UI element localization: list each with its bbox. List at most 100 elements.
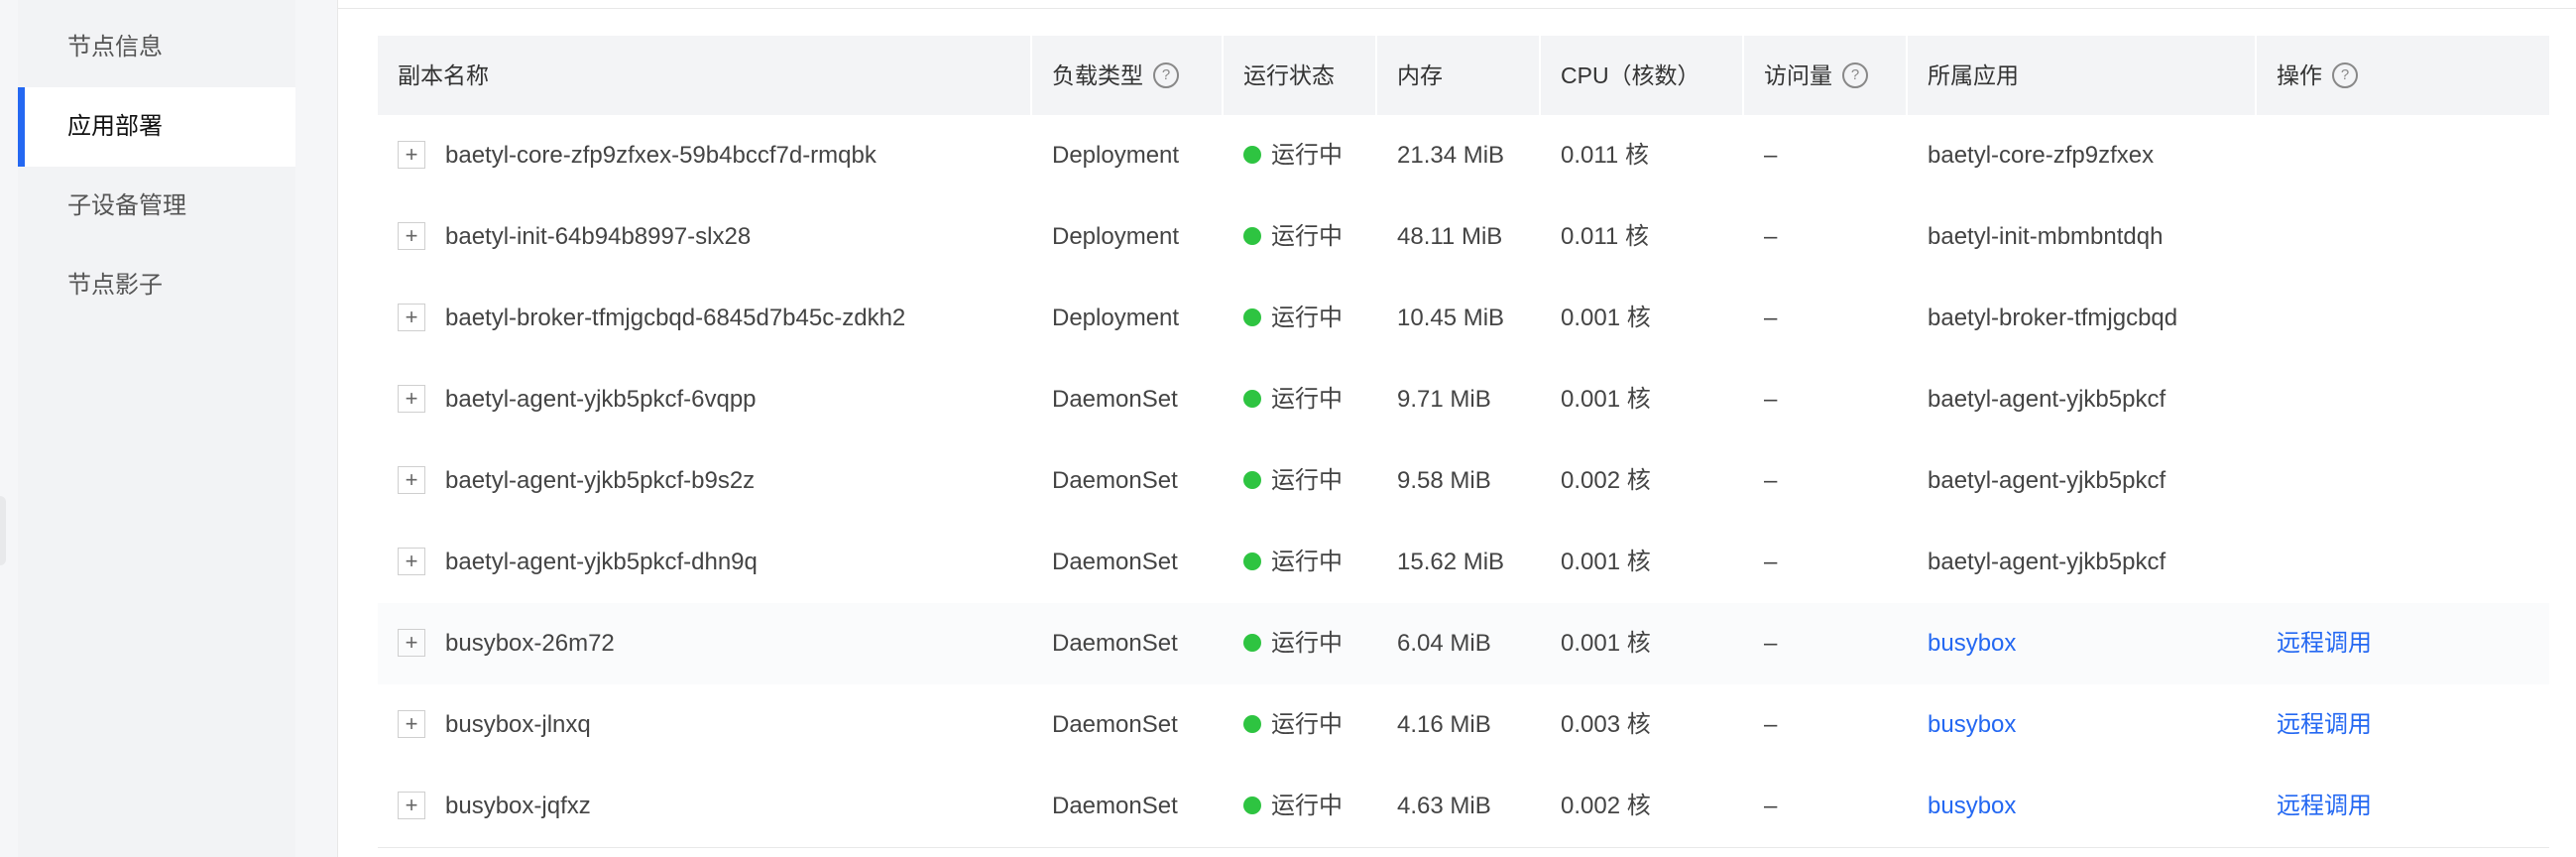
table-row[interactable]: + busybox-jqfxz DaemonSet 运行中 4.63 MiB 0.… bbox=[378, 766, 2549, 848]
replica-name: busybox-jqfxz bbox=[445, 793, 591, 819]
status-dot-icon bbox=[1243, 470, 1261, 489]
status-dot-icon bbox=[1243, 551, 1261, 570]
app-link[interactable]: busybox bbox=[1928, 793, 2016, 819]
table-row[interactable]: + baetyl-init-64b94b8997-slx28 Deployment… bbox=[378, 196, 2549, 279]
column-header-status: 运行状态 bbox=[1224, 36, 1377, 115]
sidebar-item-node-info[interactable]: 节点信息 bbox=[18, 8, 295, 87]
help-icon[interactable]: ? bbox=[2332, 61, 2358, 88]
column-header-cpu: CPU（核数） bbox=[1541, 36, 1744, 115]
cell-workload: Deployment bbox=[1052, 142, 1180, 169]
cell-app: baetyl-init-mbmbntdqh bbox=[1928, 223, 2164, 250]
cell-status: 运行中 bbox=[1224, 766, 1343, 847]
cell-workload: DaemonSet bbox=[1052, 467, 1178, 494]
expand-icon[interactable]: + bbox=[398, 384, 425, 413]
replica-name: baetyl-agent-yjkb5pkcf-dhn9q bbox=[445, 549, 758, 575]
cell-traffic: – bbox=[1764, 467, 1778, 494]
expand-icon[interactable]: + bbox=[398, 547, 425, 575]
cell-traffic: – bbox=[1764, 630, 1778, 657]
cell-name: + baetyl-core-zfp9zfxex-59b4bccf7d-rmqbk bbox=[378, 115, 877, 196]
cell-app: baetyl-agent-yjkb5pkcf bbox=[1928, 467, 2166, 494]
table-row[interactable]: + busybox-26m72 DaemonSet 运行中 6.04 MiB 0.… bbox=[378, 603, 2549, 685]
sidebar-item-label: 子设备管理 bbox=[67, 192, 186, 219]
expand-icon[interactable]: + bbox=[398, 709, 425, 738]
table-row[interactable]: + baetyl-agent-yjkb5pkcf-b9s2z DaemonSet … bbox=[378, 440, 2549, 523]
column-header-name: 副本名称 bbox=[378, 36, 1032, 115]
sidebar-item-node-shadow[interactable]: 节点影子 bbox=[18, 246, 295, 325]
table-row[interactable]: + baetyl-core-zfp9zfxex-59b4bccf7d-rmqbk … bbox=[378, 115, 2549, 197]
cell-app: busybox bbox=[1908, 766, 2016, 847]
remote-call-link[interactable]: 远程调用 bbox=[2277, 793, 2372, 819]
table-row[interactable]: + baetyl-agent-yjkb5pkcf-6vqpp DaemonSet … bbox=[378, 359, 2549, 441]
cell-memory: 21.34 MiB bbox=[1397, 142, 1505, 169]
column-header-memory: 内存 bbox=[1377, 36, 1541, 115]
cell-name: + baetyl-agent-yjkb5pkcf-dhn9q bbox=[378, 522, 758, 603]
replica-name: baetyl-agent-yjkb5pkcf-b9s2z bbox=[445, 467, 756, 494]
remote-call-link[interactable]: 远程调用 bbox=[2277, 711, 2372, 738]
column-header-traffic: 访问量? bbox=[1744, 36, 1908, 115]
replica-name: baetyl-broker-tfmjgcbqd-6845d7b45c-zdkh2 bbox=[445, 305, 906, 331]
cell-workload: DaemonSet bbox=[1052, 549, 1178, 575]
header-label: CPU（核数） bbox=[1561, 62, 1700, 88]
expand-icon[interactable]: + bbox=[398, 465, 425, 494]
replica-name: baetyl-init-64b94b8997-slx28 bbox=[445, 223, 752, 250]
status-dot-icon bbox=[1243, 714, 1261, 733]
cell-memory: 48.11 MiB bbox=[1397, 223, 1503, 250]
collapse-handle[interactable] bbox=[0, 496, 6, 565]
cell-actions: 远程调用 bbox=[2257, 766, 2372, 847]
cell-status: 运行中 bbox=[1224, 440, 1343, 522]
status-text: 运行中 bbox=[1271, 549, 1343, 575]
help-icon[interactable]: ? bbox=[1153, 61, 1179, 88]
cell-traffic: – bbox=[1764, 711, 1778, 738]
remote-call-link[interactable]: 远程调用 bbox=[2277, 630, 2372, 657]
cell-app: baetyl-agent-yjkb5pkcf bbox=[1928, 549, 2166, 575]
status-text: 运行中 bbox=[1271, 305, 1343, 331]
header-label: 访问量 bbox=[1764, 62, 1832, 88]
status-dot-icon bbox=[1243, 226, 1261, 245]
cell-memory: 10.45 MiB bbox=[1397, 305, 1505, 331]
cell-workload: Deployment bbox=[1052, 305, 1180, 331]
expand-icon[interactable]: + bbox=[398, 791, 425, 819]
main-panel: 副本名称 负载类型? 运行状态 内存 CPU（核数） 访问量? 所属应用 操作? bbox=[337, 0, 2576, 857]
status-text: 运行中 bbox=[1271, 711, 1343, 738]
status-dot-icon bbox=[1243, 633, 1261, 652]
cell-status: 运行中 bbox=[1224, 603, 1343, 684]
cell-cpu: 0.001 核 bbox=[1561, 305, 1651, 331]
table-row[interactable]: + baetyl-agent-yjkb5pkcf-dhn9q DaemonSet … bbox=[378, 522, 2549, 604]
sidebar-item-subdevice[interactable]: 子设备管理 bbox=[18, 167, 295, 246]
expand-icon[interactable]: + bbox=[398, 140, 425, 169]
status-text: 运行中 bbox=[1271, 793, 1343, 819]
cell-memory: 4.16 MiB bbox=[1397, 711, 1491, 738]
replica-name: busybox-jlnxq bbox=[445, 711, 591, 738]
cell-status: 运行中 bbox=[1224, 684, 1343, 766]
expand-icon[interactable]: + bbox=[398, 221, 425, 250]
column-header-actions: 操作? bbox=[2257, 36, 2549, 115]
table-row[interactable]: + busybox-jlnxq DaemonSet 运行中 4.16 MiB 0.… bbox=[378, 684, 2549, 767]
header-label: 操作 bbox=[2277, 62, 2322, 88]
sidebar-item-app-deploy[interactable]: 应用部署 bbox=[18, 87, 295, 167]
cell-cpu: 0.002 核 bbox=[1561, 793, 1651, 819]
help-icon[interactable]: ? bbox=[1842, 61, 1868, 88]
column-header-workload: 负载类型? bbox=[1032, 36, 1224, 115]
expand-icon[interactable]: + bbox=[398, 303, 425, 331]
replica-name: baetyl-core-zfp9zfxex-59b4bccf7d-rmqbk bbox=[445, 142, 877, 169]
cell-cpu: 0.001 核 bbox=[1561, 549, 1651, 575]
cell-traffic: – bbox=[1764, 793, 1778, 819]
header-label: 运行状态 bbox=[1243, 62, 1335, 88]
cell-actions: 远程调用 bbox=[2257, 603, 2372, 684]
app-link[interactable]: busybox bbox=[1928, 711, 2016, 738]
cell-status: 运行中 bbox=[1224, 196, 1343, 278]
cell-workload: DaemonSet bbox=[1052, 793, 1178, 819]
cell-traffic: – bbox=[1764, 549, 1778, 575]
sidebar-item-label: 节点信息 bbox=[67, 34, 163, 61]
cell-workload: DaemonSet bbox=[1052, 630, 1178, 657]
app-link[interactable]: busybox bbox=[1928, 630, 2016, 657]
cell-memory: 6.04 MiB bbox=[1397, 630, 1491, 657]
cell-cpu: 0.001 核 bbox=[1561, 630, 1651, 657]
header-label: 负载类型 bbox=[1052, 62, 1143, 88]
sidebar-item-label: 节点影子 bbox=[67, 272, 163, 299]
cell-traffic: – bbox=[1764, 386, 1778, 413]
status-text: 运行中 bbox=[1271, 630, 1343, 657]
table-row[interactable]: + baetyl-broker-tfmjgcbqd-6845d7b45c-zdkh… bbox=[378, 278, 2549, 360]
expand-icon[interactable]: + bbox=[398, 628, 425, 657]
status-text: 运行中 bbox=[1271, 223, 1343, 250]
